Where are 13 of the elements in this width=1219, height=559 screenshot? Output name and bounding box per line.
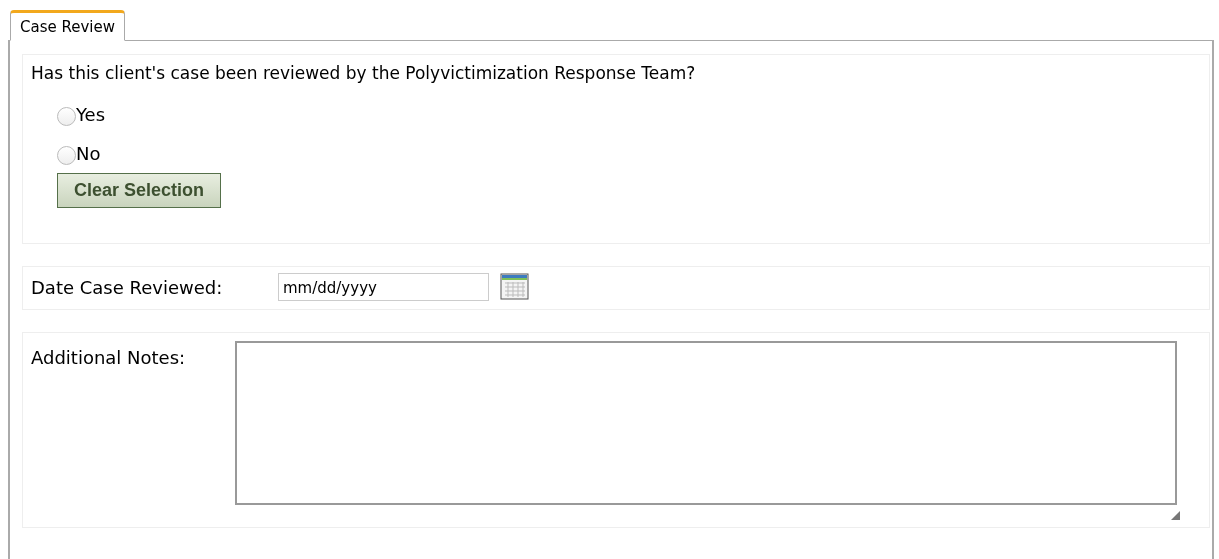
radio-button[interactable] bbox=[57, 146, 76, 165]
field-label: Date Case Reviewed: bbox=[31, 276, 224, 298]
field-label: Additional Notes: bbox=[31, 347, 187, 368]
question-text: Has this client's case been reviewed by the Polyvictimization Response Team? bbox=[31, 63, 697, 83]
tab[interactable]: Case Review bbox=[10, 10, 125, 41]
option-label: No bbox=[76, 143, 101, 164]
resize-grip-icon[interactable] bbox=[1169, 509, 1181, 521]
radio-button[interactable] bbox=[57, 107, 76, 126]
clear-selection-button[interactable]: Clear Selection bbox=[57, 173, 222, 208]
option-label: Yes bbox=[76, 104, 106, 125]
calendar-icon[interactable] bbox=[500, 273, 530, 301]
notes-textarea[interactable] bbox=[235, 341, 1177, 505]
date-input[interactable]: mm/dd/yyyy bbox=[278, 273, 489, 301]
